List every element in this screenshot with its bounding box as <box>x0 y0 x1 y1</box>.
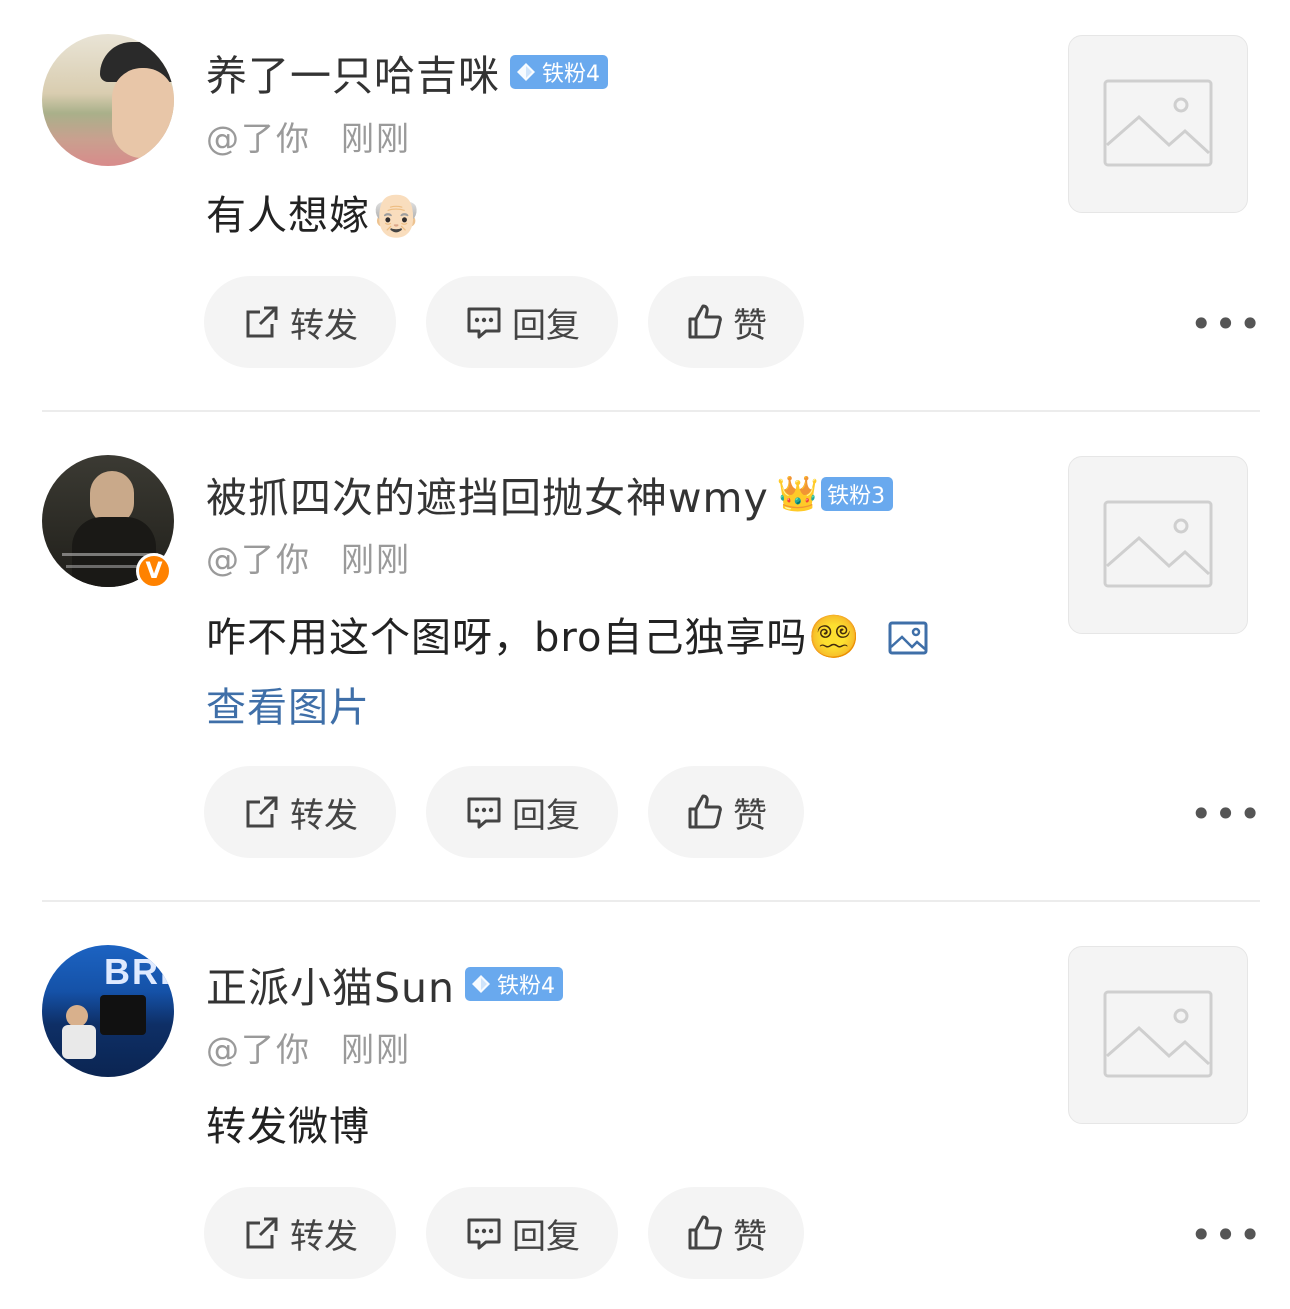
divider <box>42 410 1260 412</box>
user-row: 正派小猫Sun 铁粉4 <box>206 954 563 1014</box>
username[interactable]: 被抓四次的遮挡回抛女神wmy <box>206 464 769 524</box>
thumbs-up-icon <box>688 1215 722 1250</box>
avatar[interactable]: V <box>42 455 174 589</box>
like-button[interactable]: 赞 <box>648 276 804 368</box>
reply-button[interactable]: 回复 <box>426 1187 618 1279</box>
repost-label: 转发 <box>290 795 358 836</box>
like-button[interactable]: 赞 <box>648 1187 804 1279</box>
reply-button[interactable]: 回复 <box>426 276 618 368</box>
original-post-thumbnail[interactable] <box>1068 946 1248 1124</box>
comment-body: 转发微博 <box>206 1104 370 1150</box>
action-bar: 转发 回复 赞 <box>204 276 834 368</box>
timestamp: 刚刚 <box>341 119 411 158</box>
like-button[interactable]: 赞 <box>648 766 804 858</box>
repost-label: 转发 <box>290 1216 358 1257</box>
confused-emoji-icon: 😵‍💫 <box>807 612 861 661</box>
repost-button[interactable]: 转发 <box>204 276 396 368</box>
like-label: 赞 <box>733 1216 767 1257</box>
crown-icon: 👑 <box>776 474 820 514</box>
mention-text: @了你 <box>206 119 311 158</box>
like-label: 赞 <box>733 795 767 836</box>
image-placeholder-icon <box>1103 500 1213 588</box>
diamond-icon <box>472 975 490 993</box>
comment-icon <box>467 1218 501 1250</box>
reply-label: 回复 <box>512 1216 580 1257</box>
thumbs-up-icon <box>688 794 722 829</box>
username[interactable]: 养了一只哈吉咪 <box>206 42 500 102</box>
divider <box>42 900 1260 902</box>
image-placeholder-icon <box>1103 79 1213 167</box>
more-options-icon[interactable]: ••• <box>1190 792 1263 836</box>
fan-badge-label: 铁粉4 <box>497 974 555 999</box>
comment-meta: @了你 刚刚 <box>206 1023 411 1071</box>
more-options-icon[interactable]: ••• <box>1190 302 1263 346</box>
comment-icon <box>467 307 501 339</box>
comment-body: 有人想嫁 <box>206 193 370 239</box>
avatar[interactable] <box>42 34 174 166</box>
timestamp: 刚刚 <box>341 540 411 579</box>
timestamp: 刚刚 <box>341 1030 411 1069</box>
verified-badge-icon: V <box>136 553 172 589</box>
repost-icon <box>246 1217 278 1249</box>
like-label: 赞 <box>733 305 767 346</box>
reply-label: 回复 <box>512 795 580 836</box>
reply-button[interactable]: 回复 <box>426 766 618 858</box>
comment-meta: @了你 刚刚 <box>206 112 411 160</box>
repost-label: 转发 <box>290 305 358 346</box>
comment-text: 转发微博 <box>206 1092 370 1162</box>
reply-label: 回复 <box>512 305 580 346</box>
repost-icon <box>246 796 278 828</box>
comment-text: 咋不用这个图呀，bro自己独享吗😵‍💫 查看图片 <box>206 602 928 743</box>
username[interactable]: 正派小猫Sun <box>206 954 455 1014</box>
fan-badge[interactable]: 铁粉4 <box>465 967 563 1001</box>
mention-text: @了你 <box>206 540 311 579</box>
view-image-link[interactable]: 查看图片 <box>206 685 370 731</box>
original-post-thumbnail[interactable] <box>1068 35 1248 213</box>
fan-badge-label: 铁粉3 <box>827 484 886 509</box>
thumbs-up-icon <box>688 304 722 339</box>
avatar[interactable]: BRE <box>42 945 174 1077</box>
comment-text: 有人想嫁👴🏻 <box>206 180 423 251</box>
repost-button[interactable]: 转发 <box>204 1187 396 1279</box>
action-bar: 转发 回复 赞 <box>204 766 834 858</box>
user-row: 被抓四次的遮挡回抛女神wmy 👑 铁粉3 <box>206 464 894 524</box>
image-placeholder-icon <box>1103 990 1213 1078</box>
more-options-icon[interactable]: ••• <box>1190 1213 1263 1257</box>
repost-button[interactable]: 转发 <box>204 766 396 858</box>
image-icon <box>888 621 928 655</box>
fan-badge-label: 铁粉4 <box>542 62 600 87</box>
fan-badge[interactable]: 铁粉3 <box>821 477 894 511</box>
comment-icon <box>467 797 501 829</box>
user-row: 养了一只哈吉咪 铁粉4 <box>206 42 608 102</box>
comment-body: 咋不用这个图呀，bro自己独享吗 <box>206 615 808 661</box>
original-post-thumbnail[interactable] <box>1068 456 1248 634</box>
diamond-icon <box>517 63 535 81</box>
fan-badge[interactable]: 铁粉4 <box>510 55 608 89</box>
old-man-emoji-icon: 👴🏻 <box>370 190 424 239</box>
action-bar: 转发 回复 赞 <box>204 1187 834 1279</box>
repost-icon <box>246 306 278 338</box>
comment-meta: @了你 刚刚 <box>206 533 411 581</box>
mention-text: @了你 <box>206 1030 311 1069</box>
